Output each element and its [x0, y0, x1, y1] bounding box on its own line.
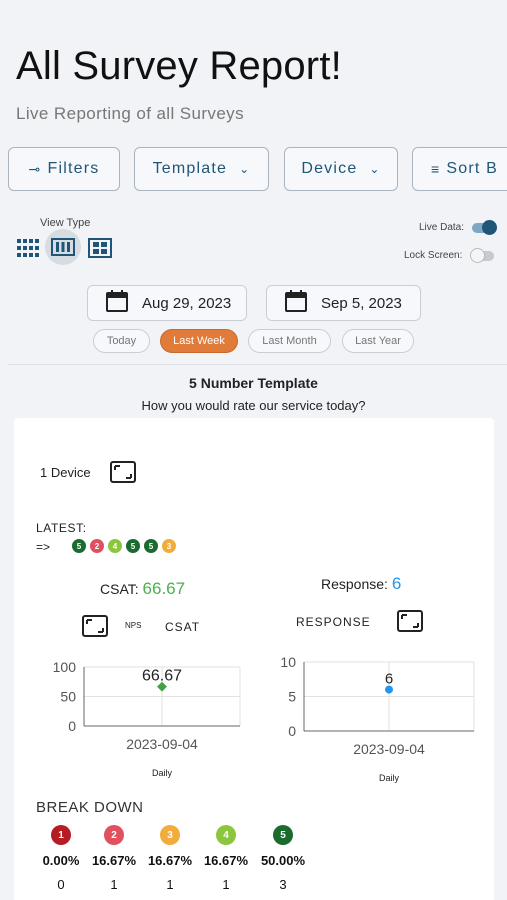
latest-label: LATEST:: [36, 521, 87, 535]
device-dropdown[interactable]: Device ⌄: [284, 147, 398, 191]
score-dot: 3: [162, 539, 176, 553]
tab-csat[interactable]: CSAT: [165, 620, 200, 634]
score-1-badge: 1: [51, 825, 71, 845]
score-3-percent: 16.67%: [147, 853, 193, 868]
score-2-badge: 2: [104, 825, 124, 845]
expand-icon[interactable]: [110, 461, 136, 488]
x-tick-label: 2023-09-04: [353, 741, 425, 757]
tab-response[interactable]: RESPONSE: [296, 615, 371, 629]
sort-icon: ≡: [431, 161, 441, 177]
breakdown-label: BREAK DOWN: [36, 799, 144, 816]
latest-arrow: =>: [36, 540, 51, 554]
survey-card: 1 Device LATEST: => 5 2 4 5 5 3 CSAT: 66…: [14, 418, 494, 900]
data-label: 6: [385, 671, 393, 688]
start-date-picker[interactable]: Aug 29, 2023: [87, 285, 247, 321]
live-data-toggle[interactable]: [472, 220, 497, 235]
template-label: Template: [152, 160, 228, 177]
score-dot: 5: [72, 539, 86, 553]
x-axis-label: Daily: [379, 773, 400, 783]
range-last-week-chip[interactable]: Last Week: [160, 329, 238, 353]
filters-label: Filters: [47, 160, 100, 177]
csat-chart: 0 50 100 2023-09-04 Daily 66.67: [53, 659, 241, 778]
page-subtitle: Live Reporting of all Surveys: [16, 104, 244, 123]
response-summary: Response: 6: [321, 574, 401, 594]
score-3-badge: 3: [160, 825, 180, 845]
y-tick-label: 10: [280, 654, 296, 670]
start-date-text: Aug 29, 2023: [142, 294, 232, 312]
score-5-count: 3: [279, 877, 287, 892]
y-tick-label: 0: [68, 718, 76, 734]
filter-icon: ⊸: [28, 160, 42, 177]
end-date-text: Sep 5, 2023: [321, 294, 402, 312]
score-2-percent: 16.67%: [91, 853, 137, 868]
score-5-badge: 5: [273, 825, 293, 845]
calendar-icon: [285, 290, 307, 316]
sort-label: Sort B: [446, 160, 499, 177]
response-chart: 0 5 10 2023-09-04 Daily 6: [280, 654, 475, 783]
range-today-chip[interactable]: Today: [93, 329, 150, 353]
y-tick-label: 100: [53, 659, 77, 675]
data-label: 66.67: [142, 668, 182, 685]
x-axis-label: Daily: [152, 768, 173, 778]
grid-dense-icon[interactable]: [12, 232, 44, 264]
csat-value: 66.67: [142, 579, 186, 598]
score-4-count: 1: [222, 877, 230, 892]
y-tick-label: 50: [60, 689, 76, 705]
score-2-count: 1: [110, 877, 118, 892]
score-dot: 5: [126, 539, 140, 553]
template-question: How you would rate our service today?: [141, 398, 366, 413]
device-label: Device: [301, 160, 358, 177]
divider: [8, 364, 507, 365]
template-dropdown[interactable]: Template ⌄: [134, 147, 269, 191]
score-1-count: 0: [57, 877, 65, 892]
expand-icon[interactable]: [397, 610, 423, 637]
score-dot: 4: [108, 539, 122, 553]
chevron-down-icon: ⌄: [369, 162, 381, 176]
tab-nps[interactable]: NPS: [125, 621, 141, 630]
latest-scores: 5 2 4 5 5 3: [72, 539, 180, 553]
live-data-label: Live Data:: [419, 222, 465, 233]
page-title: All Survey Report!: [16, 44, 342, 88]
response-label: Response:: [321, 576, 388, 592]
score-4-percent: 16.67%: [203, 853, 249, 868]
x-tick-label: 2023-09-04: [126, 736, 198, 752]
score-1-percent: 0.00%: [42, 853, 80, 868]
chevron-down-icon: ⌄: [239, 162, 251, 176]
score-5-percent: 50.00%: [260, 853, 306, 868]
y-tick-label: 5: [288, 689, 296, 705]
lock-screen-label: Lock Screen:: [404, 250, 463, 261]
template-name: 5 Number Template: [189, 375, 318, 391]
sort-button[interactable]: ≡ Sort B: [412, 147, 507, 191]
end-date-picker[interactable]: Sep 5, 2023: [266, 285, 421, 321]
csat-summary: CSAT: 66.67: [100, 579, 185, 599]
columns-view-icon[interactable]: [45, 229, 81, 265]
csat-label: CSAT:: [100, 581, 139, 597]
expand-icon[interactable]: [82, 615, 108, 642]
response-value: 6: [391, 574, 402, 593]
view-type-label: View Type: [40, 217, 91, 229]
device-count: 1 Device: [40, 465, 91, 480]
lock-screen-toggle[interactable]: [470, 248, 494, 263]
calendar-icon: [106, 290, 128, 316]
y-tick-label: 0: [288, 723, 296, 739]
score-dot: 2: [90, 539, 104, 553]
score-3-count: 1: [166, 877, 174, 892]
range-last-month-chip[interactable]: Last Month: [248, 329, 331, 353]
score-dot: 5: [144, 539, 158, 553]
filters-button[interactable]: ⊸ Filters: [8, 147, 120, 191]
grid-view-icon[interactable]: [84, 232, 116, 264]
score-4-badge: 4: [216, 825, 236, 845]
range-last-year-chip[interactable]: Last Year: [342, 329, 414, 353]
